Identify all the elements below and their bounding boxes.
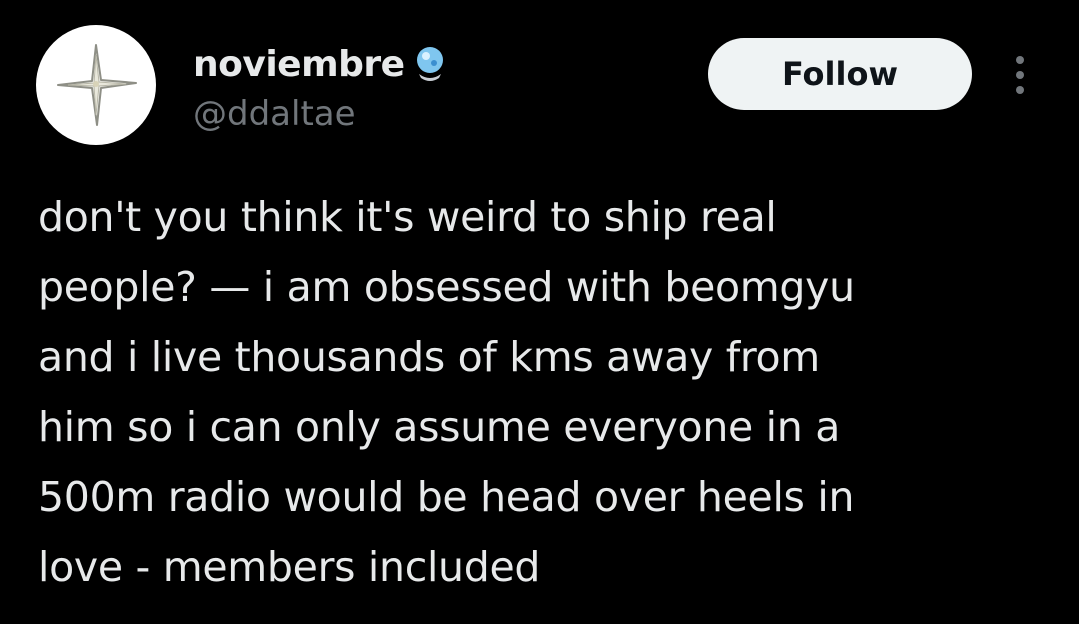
tweet-text-line: people? — i am obsessed with beomgyu	[38, 263, 855, 311]
display-name-row: noviembre	[193, 40, 449, 88]
more-dot	[1016, 71, 1024, 79]
crystal-ball-emoji-icon	[416, 47, 443, 81]
tweet-text: don't you think it's weird to ship real …	[38, 182, 1048, 602]
four-point-star-icon	[57, 44, 137, 126]
more-dot	[1016, 56, 1024, 64]
user-handle[interactable]: @ddaltae	[193, 94, 356, 134]
display-name[interactable]: noviembre	[193, 44, 405, 85]
tweet-text-line: and i live thousands of kms away from	[38, 333, 820, 381]
follow-button[interactable]: Follow	[708, 38, 972, 110]
tweet-text-line: don't you think it's weird to ship real	[38, 193, 777, 241]
tweet-text-line: love - members included	[38, 543, 541, 591]
tweet-text-line: him so i can only assume everyone in a	[38, 403, 841, 451]
avatar[interactable]	[36, 25, 156, 145]
tweet-text-line: 500m radio would be head over heels in	[38, 473, 855, 521]
tweet-header: noviembre @ddaltae Follow	[0, 0, 1079, 160]
more-vertical-icon[interactable]	[1000, 50, 1040, 100]
more-dot	[1016, 86, 1024, 94]
